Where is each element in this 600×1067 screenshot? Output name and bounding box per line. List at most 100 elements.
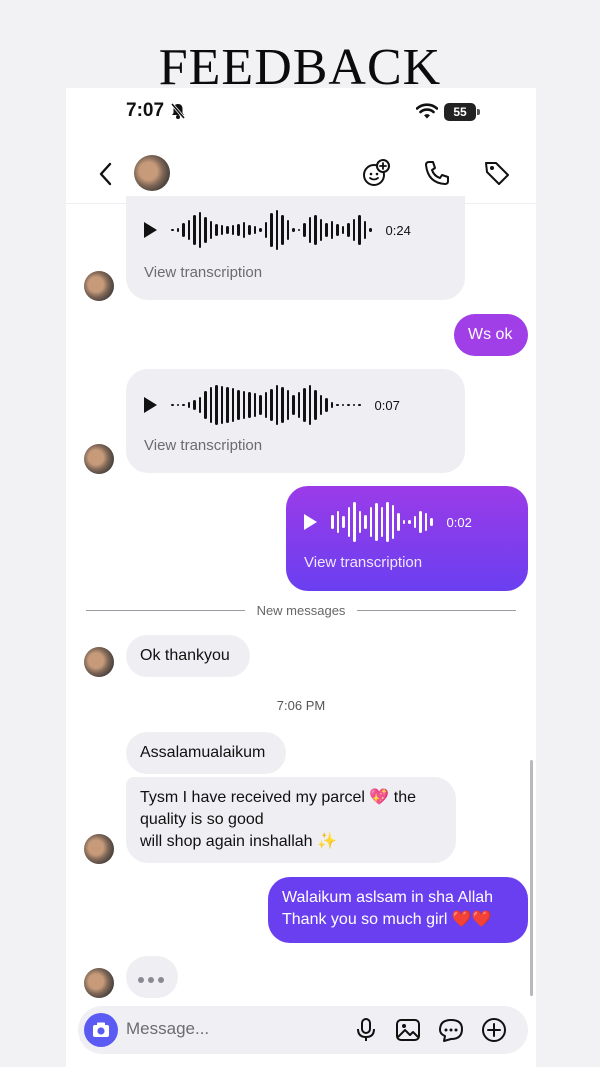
voice-duration: 0:24 [385, 222, 411, 238]
outgoing-message[interactable]: Walaikum aslsam in sha Allah Thank you s… [268, 877, 528, 943]
waveform-bar [358, 511, 361, 533]
contact-avatar[interactable] [84, 444, 114, 474]
waveform-bar [336, 511, 339, 533]
outgoing-message[interactable]: Ws ok [454, 314, 528, 356]
waveform-bar [286, 220, 289, 240]
waveform-bar [308, 385, 311, 425]
incoming-message[interactable]: Tysm I have received my parcel 💖 the qua… [126, 777, 456, 863]
waveform-bar [408, 520, 411, 524]
view-transcription-link[interactable]: View transcription [144, 437, 262, 454]
incoming-message[interactable]: Assalamualaikum [126, 732, 286, 774]
message-input[interactable] [126, 1019, 346, 1039]
audio-waveform [171, 208, 372, 252]
waveform-bar [270, 389, 273, 421]
waveform-bar [364, 515, 367, 529]
waveform-bar [176, 404, 179, 406]
waveform-bar [325, 223, 328, 237]
divider-label: New messages [256, 602, 346, 618]
waveform-bar [369, 507, 372, 537]
play-icon[interactable] [144, 222, 157, 238]
new-messages-divider: New messages [86, 600, 516, 620]
waveform-bar [402, 520, 405, 524]
voice-duration: 0:02 [446, 514, 472, 530]
waveform-bar [231, 225, 234, 235]
waveform-bar [171, 229, 174, 231]
waveform-bar [331, 515, 334, 529]
waveform-bar [369, 228, 372, 232]
waveform-bar [176, 228, 179, 232]
back-chevron-icon[interactable] [94, 160, 118, 188]
waveform-bar [397, 513, 400, 531]
waveform-bar [297, 392, 300, 418]
scrollbar[interactable] [530, 760, 533, 996]
contact-avatar[interactable] [84, 834, 114, 864]
waveform-bar [292, 395, 295, 415]
sticker-icon[interactable] [437, 1016, 465, 1044]
waveform-bar [264, 222, 267, 238]
waveform-bar [182, 223, 185, 237]
waveform-bar [303, 223, 306, 237]
waveform-bar [286, 390, 289, 420]
contact-avatar[interactable] [84, 968, 114, 998]
waveform-bar [198, 212, 201, 248]
view-transcription-link[interactable]: View transcription [144, 264, 262, 281]
waveform-bar [242, 222, 245, 238]
message-composer [78, 1006, 528, 1054]
contact-avatar[interactable] [134, 155, 170, 191]
message-text: Ws ok [468, 326, 513, 343]
message-text: Thank you so much girl ❤️❤️ [282, 911, 492, 928]
voice-message-incoming[interactable]: 0:07 View transcription [126, 369, 465, 473]
audio-waveform [331, 500, 433, 544]
video-chat-icon[interactable] [361, 158, 391, 188]
plus-icon[interactable] [480, 1016, 508, 1044]
camera-button[interactable] [84, 1013, 118, 1047]
typing-indicator [126, 956, 178, 998]
waveform-bar [204, 391, 207, 419]
waveform-bar [237, 390, 240, 420]
waveform-bar [297, 229, 300, 231]
contact-avatar[interactable] [84, 271, 114, 301]
waveform-bar [330, 402, 333, 408]
waveform-bar [253, 393, 256, 417]
status-time: 7:07 [126, 100, 165, 121]
waveform-bar [193, 215, 196, 245]
waveform-bar [419, 511, 422, 533]
waveform-bar [204, 217, 207, 243]
waveform-bar [237, 224, 240, 236]
waveform-bar [215, 385, 218, 425]
microphone-icon[interactable] [352, 1016, 380, 1044]
waveform-bar [275, 385, 278, 425]
waveform-bar [330, 221, 333, 239]
tag-icon[interactable] [482, 158, 512, 188]
message-text: will shop again inshallah ✨ [140, 833, 337, 850]
waveform-bar [303, 388, 306, 422]
audio-waveform [171, 383, 361, 427]
view-transcription-link[interactable]: View transcription [304, 554, 422, 571]
play-icon[interactable] [144, 397, 157, 413]
camera-icon [93, 1022, 109, 1037]
message-text: quality is so good [140, 811, 264, 828]
waveform-bar [347, 404, 350, 406]
gallery-icon[interactable] [394, 1016, 422, 1044]
contact-avatar[interactable] [84, 647, 114, 677]
waveform-bar [358, 404, 361, 406]
play-icon[interactable] [304, 514, 317, 530]
waveform-bar [231, 388, 234, 422]
voice-message-incoming[interactable]: 0:24 View transcription [126, 196, 465, 300]
waveform-bar [209, 387, 212, 423]
wifi-icon [416, 103, 438, 119]
message-timestamp: 7:06 PM [276, 698, 326, 713]
waveform-bar [198, 397, 201, 413]
incoming-message[interactable]: Ok thankyou [126, 635, 250, 677]
phone-icon[interactable] [422, 158, 452, 188]
chat-header [66, 144, 536, 204]
bell-off-icon [170, 103, 186, 119]
waveform-bar [336, 404, 339, 406]
waveform-bar [248, 392, 251, 418]
voice-message-outgoing[interactable]: 0:02 View transcription [286, 486, 528, 591]
message-text: Walaikum aslsam in sha Allah [282, 889, 494, 906]
status-bar: 7:07 55 [66, 88, 536, 136]
waveform-bar [308, 217, 311, 243]
waveform-bar [281, 215, 284, 245]
waveform-bar [209, 221, 212, 239]
